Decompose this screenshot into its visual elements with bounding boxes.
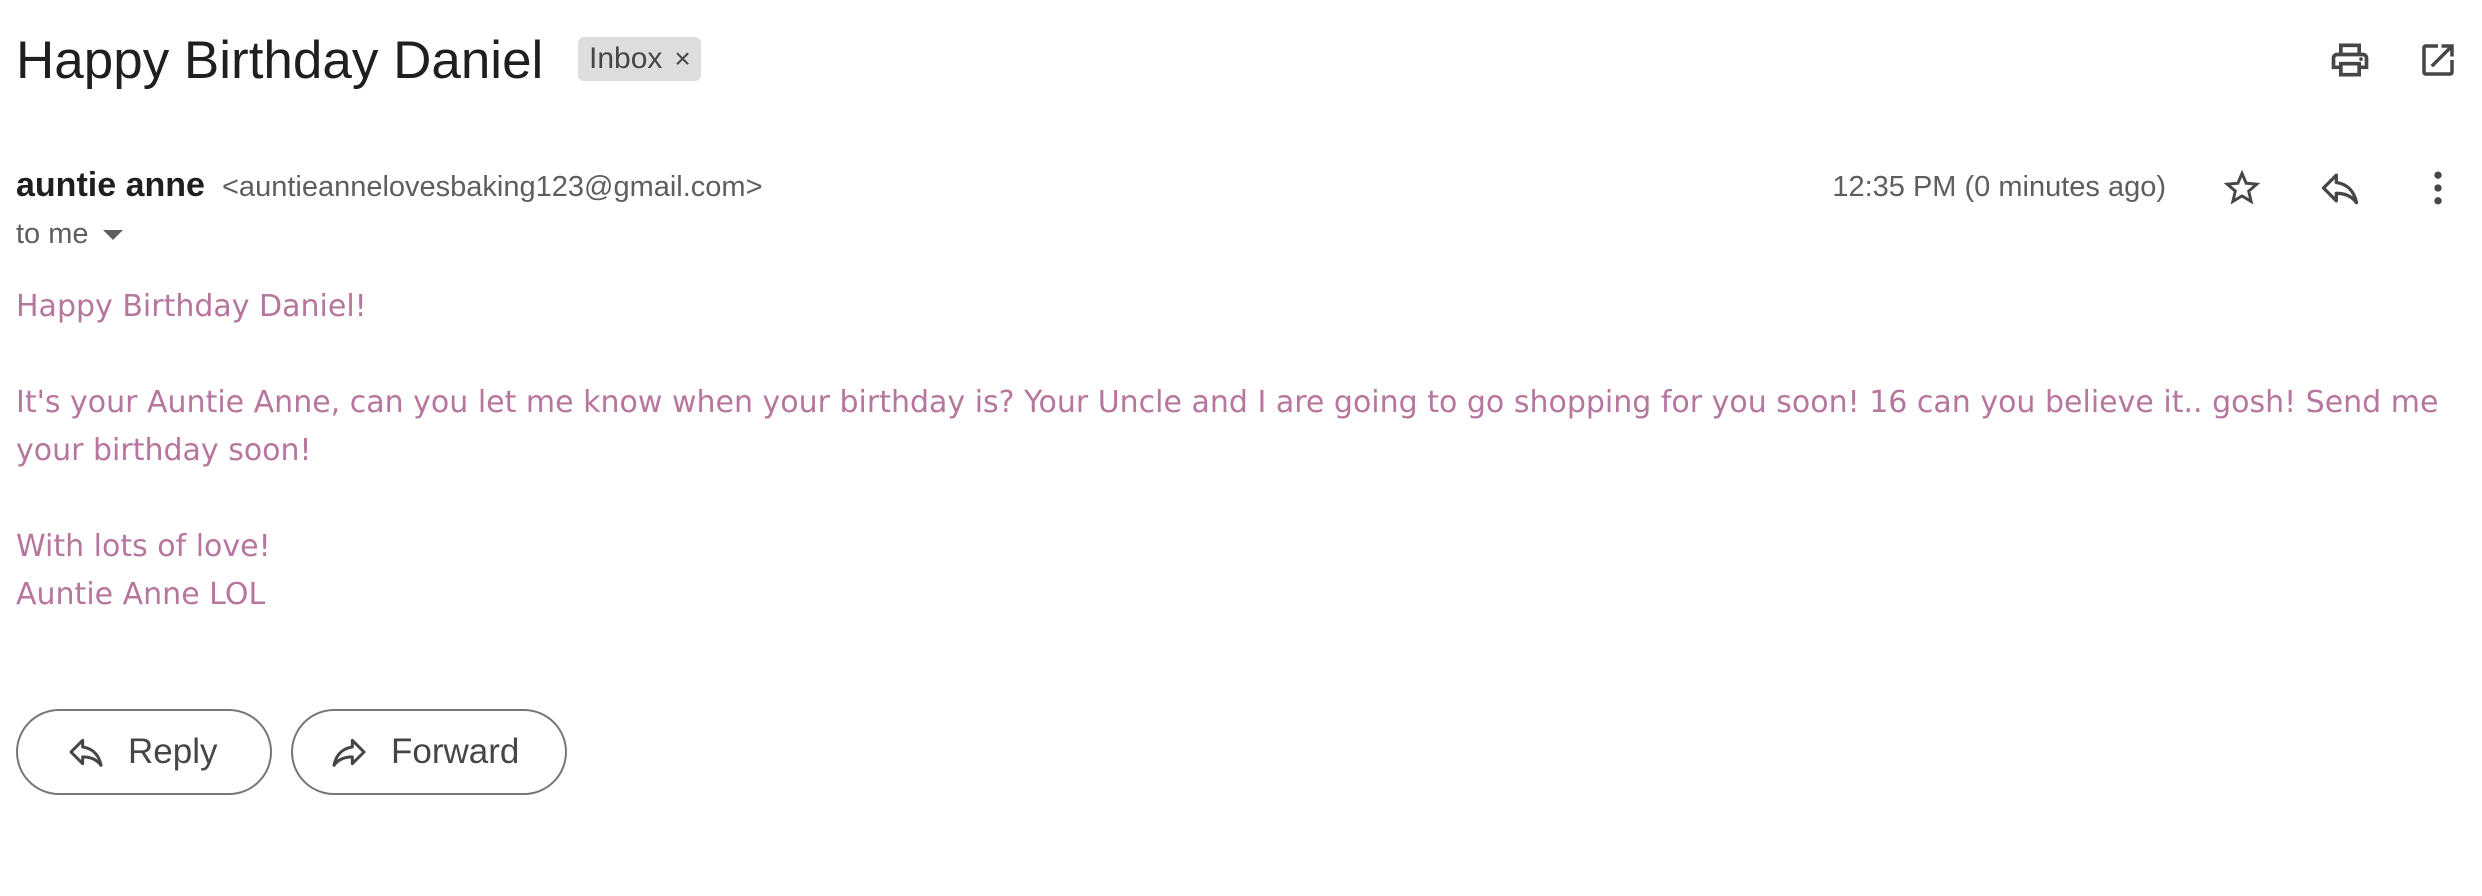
chevron-down-icon[interactable] <box>102 229 123 240</box>
forward-icon <box>327 730 371 774</box>
reply-icon[interactable] <box>2310 158 2370 218</box>
body-signature: Auntie Anne LOL <box>16 577 266 612</box>
label-chip-text: Inbox <box>589 42 663 75</box>
label-chip-inbox: Inbox × <box>578 37 701 81</box>
body-closing: With lots of love! <box>16 529 271 564</box>
reply-icon <box>64 730 108 774</box>
more-vertical-icon[interactable] <box>2408 158 2468 218</box>
message-timestamp: 12:35 PM (0 minutes ago) <box>1832 171 2166 203</box>
sender-name[interactable]: auntie anne <box>16 166 205 205</box>
body-paragraph: It's your Auntie Anne, can you let me kn… <box>16 385 2439 468</box>
email-subject: Happy Birthday Daniel <box>16 31 544 90</box>
recipient-text: to me <box>16 218 89 250</box>
forward-button[interactable]: Forward <box>291 709 567 795</box>
reply-button-label: Reply <box>128 732 218 771</box>
sender-email: <auntieannelovesbaking123@gmail.com> <box>222 171 763 203</box>
recipient-details[interactable]: to me <box>16 218 123 251</box>
body-greeting: Happy Birthday Daniel! <box>16 289 367 324</box>
star-icon[interactable] <box>2212 158 2272 218</box>
reply-button[interactable]: Reply <box>16 709 272 795</box>
open-in-new-window-icon[interactable] <box>2408 30 2468 90</box>
forward-button-label: Forward <box>391 732 520 771</box>
remove-label-button[interactable]: × <box>674 43 690 75</box>
print-icon[interactable] <box>2320 30 2380 90</box>
